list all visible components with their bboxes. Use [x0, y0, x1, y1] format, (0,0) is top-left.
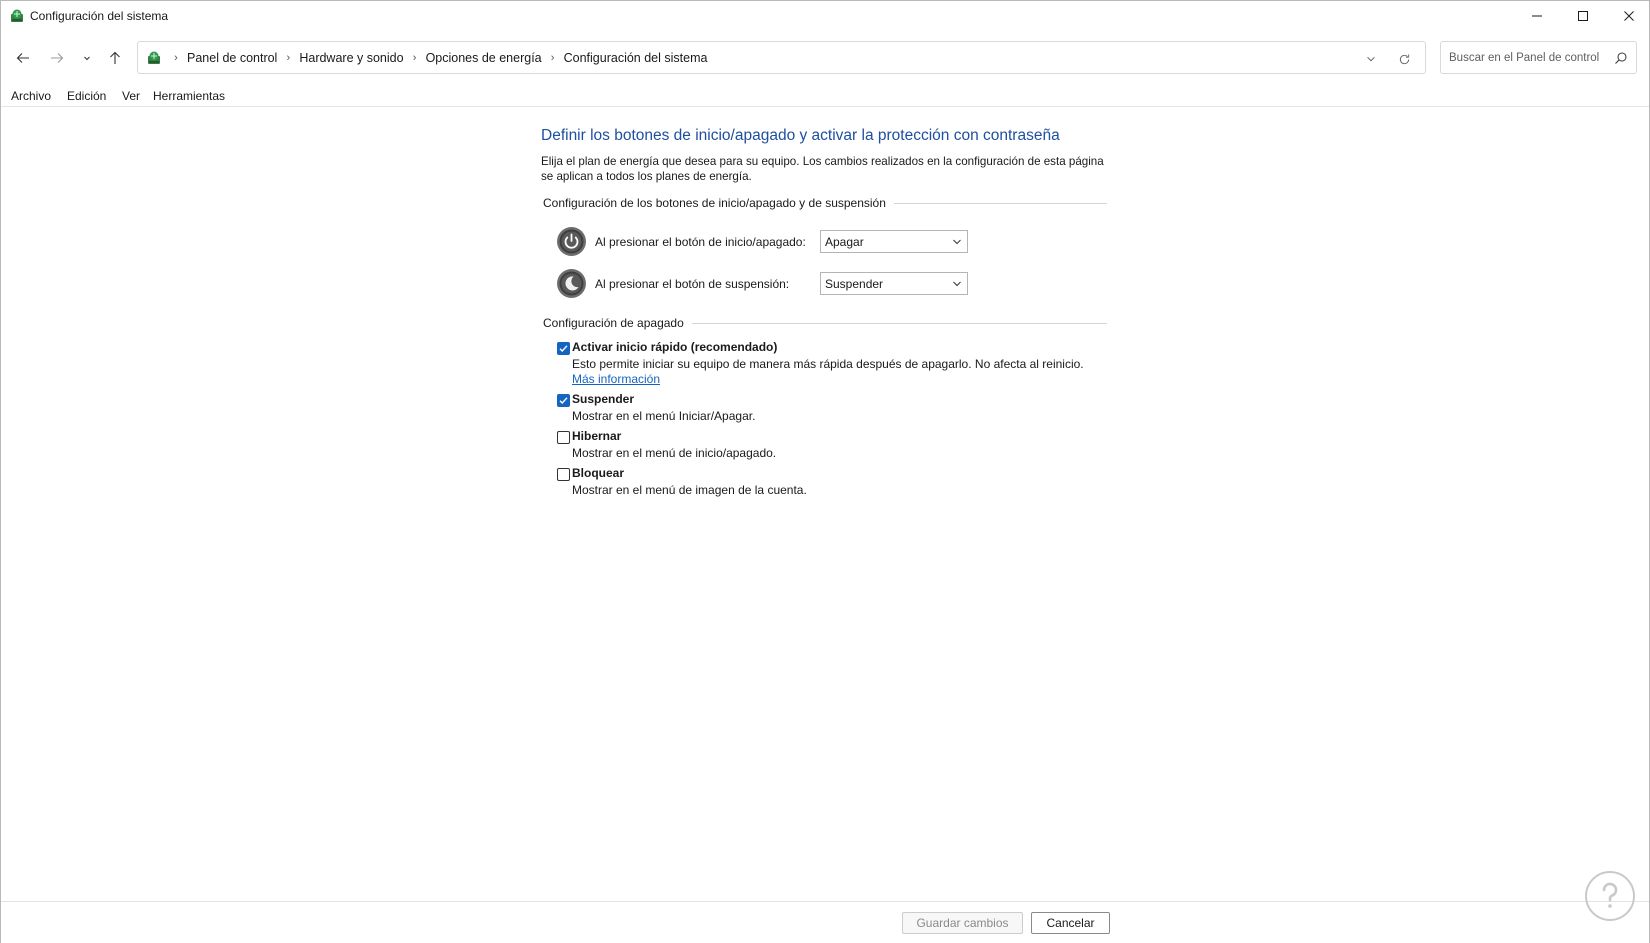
page-title: Definir los botones de inicio/apagado y … [541, 127, 1060, 144]
fast-startup-desc-text: Esto permite iniciar su equipo de manera… [572, 357, 1084, 371]
chevron-down-icon [953, 239, 961, 245]
minimize-icon [1532, 15, 1542, 17]
cancel-button[interactable]: Cancelar [1031, 912, 1110, 934]
shutdown-group-header: Configuración de apagado [543, 316, 1107, 330]
maximize-icon [1578, 11, 1588, 21]
navigation-bar: › Panel de control › Hardware y sonido ›… [1, 37, 1649, 77]
checkmark-icon [559, 345, 568, 353]
search-icon[interactable] [1614, 51, 1628, 65]
power-button-action-select[interactable]: Apagar [820, 230, 968, 253]
breadcrumb-hardware-sound[interactable]: Hardware y sonido [298, 51, 404, 65]
sleep-icon [557, 269, 586, 298]
fast-startup-checkbox[interactable] [557, 342, 570, 355]
back-button[interactable] [12, 47, 34, 69]
sleep-button-action-select[interactable]: Suspender [820, 272, 968, 295]
power-button-row: Al presionar el botón de inicio/apagado:… [556, 226, 976, 260]
window-title: Configuración del sistema [30, 9, 169, 23]
menu-bar: Archivo Edición Ver Herramientas [1, 85, 1649, 107]
power-buttons-group-title: Configuración de los botones de inicio/a… [543, 196, 886, 210]
save-button[interactable]: Guardar cambios [902, 912, 1023, 934]
arrow-up-icon [110, 51, 120, 64]
recent-locations-button[interactable] [76, 47, 98, 69]
refresh-button[interactable] [1395, 50, 1413, 68]
checkmark-icon [559, 397, 568, 405]
fast-startup-description: Esto permite iniciar su equipo de manera… [572, 357, 1092, 386]
chevron-right-icon: › [174, 52, 178, 64]
power-icon [557, 227, 586, 256]
close-button[interactable] [1606, 1, 1650, 31]
forward-button[interactable] [46, 47, 68, 69]
chevron-down-icon [84, 56, 90, 61]
minimize-button[interactable] [1514, 1, 1560, 31]
sleep-description: Mostrar en el menú Iniciar/Apagar. [572, 409, 756, 423]
sleep-title[interactable]: Suspender [572, 392, 634, 406]
hibernate-title[interactable]: Hibernar [572, 429, 621, 443]
breadcrumb: › Panel de control › Hardware y sonido ›… [166, 51, 708, 65]
menu-edicion[interactable]: Edición [67, 89, 106, 103]
sleep-checkbox[interactable] [557, 394, 570, 407]
hibernate-checkbox[interactable] [557, 431, 570, 444]
lock-description: Mostrar en el menú de imagen de la cuent… [572, 483, 807, 497]
menu-herramientas[interactable]: Herramientas [153, 89, 225, 103]
arrow-right-icon [51, 53, 64, 63]
maximize-button[interactable] [1560, 1, 1606, 31]
power-buttons-group-header: Configuración de los botones de inicio/a… [543, 196, 1107, 210]
lock-checkbox[interactable] [557, 468, 570, 481]
breadcrumb-control-panel[interactable]: Panel de control [186, 51, 278, 65]
search-box[interactable] [1440, 41, 1637, 74]
sleep-button-row: Al presionar el botón de suspensión: Sus… [556, 268, 976, 302]
group-divider [893, 202, 1107, 204]
chevron-right-icon[interactable]: › [405, 52, 425, 64]
menu-ver[interactable]: Ver [122, 89, 140, 103]
more-info-link[interactable]: Más información [572, 372, 660, 386]
chevron-down-icon [953, 281, 961, 287]
chevron-right-icon[interactable]: › [278, 52, 298, 64]
power-button-label: Al presionar el botón de inicio/apagado: [595, 235, 806, 249]
hibernate-description: Mostrar en el menú de inicio/apagado. [572, 446, 777, 460]
title-bar: Configuración del sistema [1, 1, 1649, 31]
footer-bar: Guardar cambios Cancelar [1, 901, 1649, 943]
control-panel-window: Configuración del sistema › Panel de con… [0, 0, 1650, 943]
shutdown-group-title: Configuración de apagado [543, 316, 684, 330]
breadcrumb-system-settings[interactable]: Configuración del sistema [563, 51, 709, 65]
address-bar[interactable]: › Panel de control › Hardware y sonido ›… [137, 41, 1426, 74]
arrow-left-icon [16, 53, 29, 63]
control-panel-icon [11, 9, 23, 22]
chevron-down-icon [1367, 56, 1375, 62]
chevron-right-icon[interactable]: › [543, 52, 563, 64]
address-history-button[interactable] [1362, 50, 1380, 68]
search-input[interactable] [1441, 42, 1611, 73]
page-description: Elija el plan de energía que desea para … [541, 155, 1104, 183]
close-icon [1624, 11, 1634, 21]
control-panel-icon [148, 51, 160, 64]
up-button[interactable] [104, 47, 126, 69]
watermark-logo [1585, 871, 1635, 921]
fast-startup-title[interactable]: Activar inicio rápido (recomendado) [572, 340, 777, 354]
refresh-icon [1399, 53, 1409, 64]
sleep-button-label: Al presionar el botón de suspensión: [595, 277, 790, 291]
lock-title[interactable]: Bloquear [572, 466, 624, 480]
sleep-button-action-value: Suspender [825, 277, 884, 291]
group-divider [691, 322, 1107, 324]
power-button-action-value: Apagar [825, 235, 864, 249]
breadcrumb-power-options[interactable]: Opciones de energía [425, 51, 543, 65]
menu-archivo[interactable]: Archivo [11, 89, 51, 103]
